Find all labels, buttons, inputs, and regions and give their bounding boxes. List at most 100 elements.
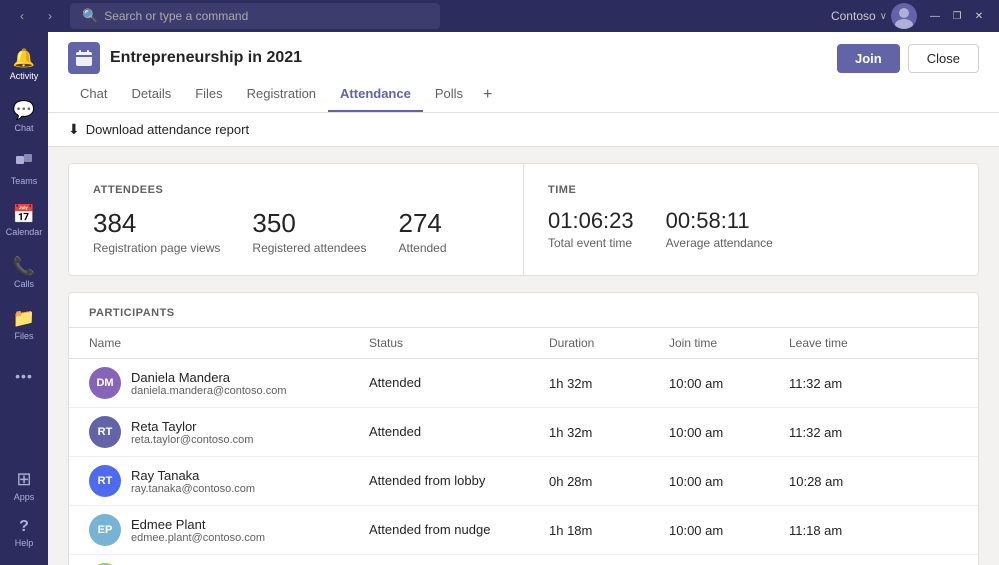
- participant-join-time: 10:00 am: [669, 425, 789, 440]
- meeting-title: Entrepreneurship in 2021: [110, 49, 302, 67]
- tab-details[interactable]: Details: [119, 78, 183, 112]
- participant-status: Attended from nudge: [369, 521, 549, 539]
- meeting-header: Entrepreneurship in 2021 Join Close Chat…: [48, 32, 999, 113]
- sidebar-item-calendar[interactable]: 📅 Calendar: [4, 196, 44, 244]
- sidebar-item-files[interactable]: 📁 Files: [4, 300, 44, 348]
- participant-avatar: DM: [89, 367, 121, 399]
- col-status: Status: [369, 336, 549, 350]
- participant-info: Ray Tanaka ray.tanaka@contoso.com: [131, 468, 255, 495]
- participant-cell: EP Edmee Plant edmee.plant@contoso.com: [89, 514, 369, 546]
- metric-value-2: 274: [398, 208, 446, 239]
- nav-forward-button[interactable]: ›: [38, 4, 62, 28]
- participant-name: Ray Tanaka: [131, 468, 255, 483]
- col-name: Name: [89, 336, 369, 350]
- sidebar-label-help: Help: [15, 538, 34, 548]
- participant-info: Edmee Plant edmee.plant@contoso.com: [131, 517, 265, 544]
- sidebar-item-activity[interactable]: 🔔 Activity: [4, 40, 44, 88]
- participant-name: Reta Taylor: [131, 419, 253, 434]
- participant-leave-time: 11:32 am: [789, 376, 909, 391]
- tab-registration[interactable]: Registration: [235, 78, 328, 112]
- sidebar-label-apps: Apps: [14, 492, 35, 502]
- user-name: Contoso: [831, 9, 876, 23]
- table-row[interactable]: EP Edmee Plant edmee.plant@contoso.com A…: [69, 506, 978, 555]
- minimize-button[interactable]: —: [925, 6, 945, 26]
- participant-status: Attended: [369, 374, 549, 392]
- participant-duration: 0h 28m: [549, 474, 669, 489]
- participant-email: reta.taylor@contoso.com: [131, 434, 253, 446]
- participant-email: edmee.plant@contoso.com: [131, 532, 265, 544]
- table-row[interactable]: RT Ray Tanaka ray.tanaka@contoso.com Att…: [69, 457, 978, 506]
- main-content[interactable]: ATTENDEES 384 Registration page views 35…: [48, 147, 999, 565]
- meeting-title-row: Entrepreneurship in 2021 Join Close: [68, 32, 979, 74]
- sidebar-item-chat[interactable]: 💬 Chat: [4, 92, 44, 140]
- col-leave-time: Leave time: [789, 336, 909, 350]
- participant-email: ray.tanaka@contoso.com: [131, 483, 255, 495]
- status-attended: Attended: [369, 375, 421, 390]
- close-meeting-button[interactable]: Close: [908, 44, 979, 73]
- window-controls: — ❐ ✕: [925, 6, 989, 26]
- participant-avatar: EP: [89, 514, 121, 546]
- nav-back-button[interactable]: ‹: [10, 4, 34, 28]
- table-row[interactable]: DM Daniela Mandera daniela.mandera@conto…: [69, 359, 978, 408]
- tab-add-button[interactable]: +: [475, 78, 500, 112]
- download-report-button[interactable]: ⬇ Download attendance report: [68, 121, 249, 138]
- participant-status: Attended from lobby: [369, 472, 549, 490]
- calls-icon: 📞: [13, 256, 35, 277]
- avatar-initials: RT: [98, 426, 113, 438]
- teams-icon: [14, 150, 34, 174]
- download-icon: ⬇: [68, 121, 80, 138]
- sidebar-item-apps[interactable]: ⊞ Apps: [4, 461, 44, 509]
- metric-avg-attendance-label: Average attendance: [666, 236, 773, 250]
- sidebar-bottom: ⊞ Apps ? Help: [4, 461, 44, 557]
- sidebar-item-help[interactable]: ? Help: [4, 509, 44, 557]
- join-button[interactable]: Join: [837, 44, 900, 73]
- table-row[interactable]: CG Carianne Gentry carianne.gentry@conto…: [69, 555, 978, 565]
- tab-polls[interactable]: Polls: [423, 78, 475, 112]
- attendees-card: ATTENDEES 384 Registration page views 35…: [69, 164, 523, 275]
- participant-status: Attended: [369, 423, 549, 441]
- tab-chat[interactable]: Chat: [68, 78, 119, 112]
- tab-attendance[interactable]: Attendance: [328, 78, 423, 112]
- sidebar-item-teams[interactable]: Teams: [4, 144, 44, 192]
- sidebar-label-activity: Activity: [10, 71, 39, 81]
- col-join-time: Join time: [669, 336, 789, 350]
- participants-title: PARTICIPANTS: [69, 293, 978, 328]
- search-bar[interactable]: 🔍 Search or type a command: [70, 3, 440, 29]
- metric-label-1: Registered attendees: [252, 241, 366, 255]
- restore-button[interactable]: ❐: [947, 6, 967, 26]
- help-icon: ?: [19, 518, 29, 536]
- status-attended: Attended: [369, 424, 421, 439]
- table-row[interactable]: RT Reta Taylor reta.taylor@contoso.com A…: [69, 408, 978, 457]
- status-attended: Attended from nudge: [369, 522, 490, 537]
- metric-total-time-label: Total event time: [548, 236, 634, 250]
- participant-cell: RT Ray Tanaka ray.tanaka@contoso.com: [89, 465, 369, 497]
- tab-files[interactable]: Files: [183, 78, 234, 112]
- participant-name: Edmee Plant: [131, 517, 265, 532]
- sidebar-label-files: Files: [14, 331, 33, 341]
- participant-name: Daniela Mandera: [131, 370, 286, 385]
- metric-attended: 274 Attended: [398, 208, 446, 255]
- time-metrics: 01:06:23 Total event time 00:58:11 Avera…: [548, 208, 954, 250]
- participants-body: DM Daniela Mandera daniela.mandera@conto…: [69, 359, 978, 565]
- avatar-initials: EP: [98, 524, 113, 536]
- title-bar-left: ‹ › 🔍 Search or type a command: [10, 3, 440, 29]
- participant-join-time: 10:00 am: [669, 376, 789, 391]
- user-info: Contoso ∨: [831, 3, 917, 29]
- metric-avg-attendance: 00:58:11 Average attendance: [666, 208, 773, 250]
- close-button[interactable]: ✕: [969, 6, 989, 26]
- participant-join-time: 10:00 am: [669, 523, 789, 538]
- avatar[interactable]: [891, 3, 917, 29]
- activity-icon: 🔔: [13, 48, 35, 69]
- stats-row: ATTENDEES 384 Registration page views 35…: [68, 163, 979, 276]
- sidebar-label-teams: Teams: [11, 176, 38, 186]
- meeting-actions: Join Close: [837, 44, 979, 73]
- sidebar-item-more[interactable]: •••: [4, 352, 44, 400]
- participant-duration: 1h 32m: [549, 425, 669, 440]
- sidebar-item-calls[interactable]: 📞 Calls: [4, 248, 44, 296]
- participant-info: Reta Taylor reta.taylor@contoso.com: [131, 419, 253, 446]
- participant-join-time: 10:00 am: [669, 474, 789, 489]
- search-placeholder: Search or type a command: [104, 9, 248, 23]
- nav-controls: ‹ ›: [10, 4, 62, 28]
- participant-leave-time: 10:28 am: [789, 474, 909, 489]
- title-bar: ‹ › 🔍 Search or type a command Contoso ∨…: [0, 0, 999, 32]
